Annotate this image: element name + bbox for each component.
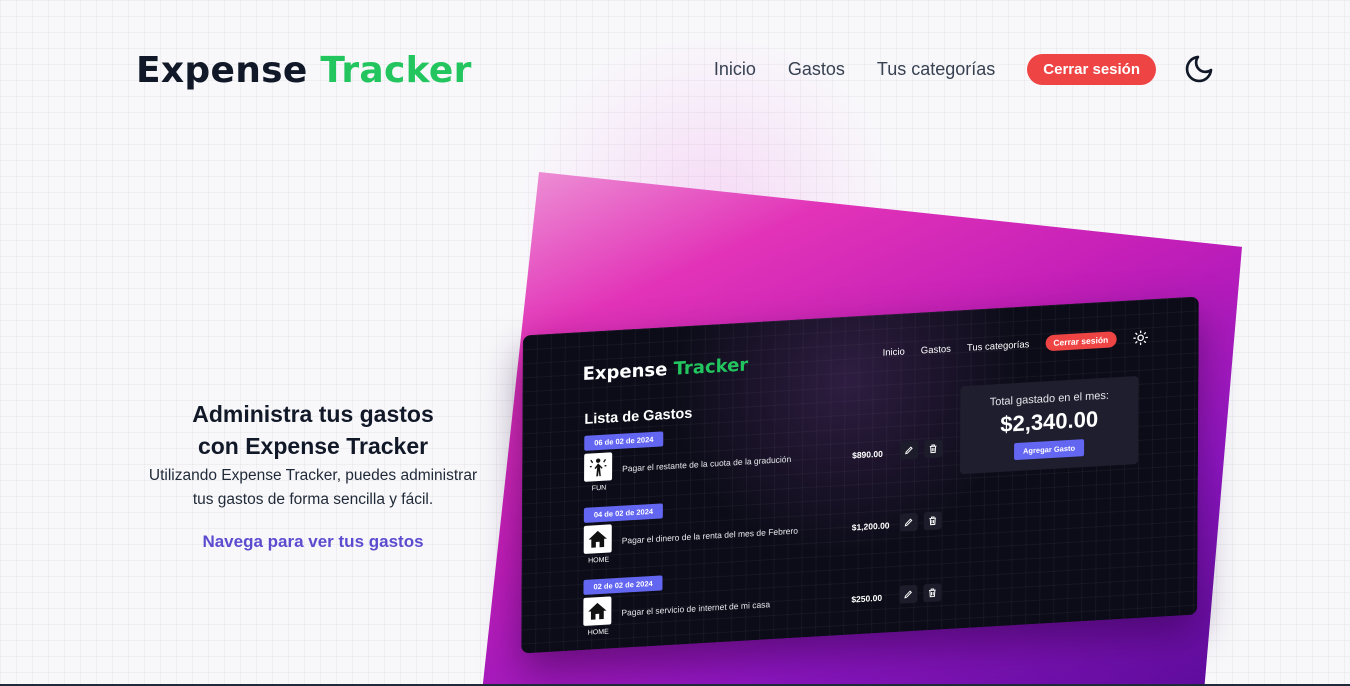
preview-list-title: Lista de Gastos: [584, 405, 693, 428]
moon-icon: [1185, 55, 1213, 83]
edit-button: [899, 584, 918, 604]
house-icon: [583, 524, 612, 554]
party-icon: [584, 452, 613, 482]
expense-category: HOME: [587, 628, 609, 637]
app-preview-screenshot: Expense Tracker Inicio Gastos Tus catego…: [521, 296, 1199, 654]
expense-date-badge: 06 de 02 de 2024: [584, 431, 664, 451]
pencil-icon: [905, 446, 913, 455]
monthly-total-amount: $2,340.00: [1000, 406, 1099, 437]
nav-link-expenses[interactable]: Gastos: [788, 59, 845, 80]
logout-button[interactable]: Cerrar sesión: [1027, 53, 1156, 85]
preview-logo-tracker: Tracker: [673, 354, 749, 380]
theme-toggle-button[interactable]: [1182, 52, 1216, 86]
expense-amount: $890.00: [852, 448, 883, 461]
expense-date-badge: 04 de 02 de 2024: [583, 503, 664, 523]
delete-button: [924, 439, 943, 459]
preview-logout-button: Cerrar sesión: [1045, 331, 1117, 352]
edit-button: [899, 512, 918, 532]
hero-title-line2: con Expense Tracker: [197, 433, 429, 459]
preview-nav-expenses: Gastos: [920, 343, 951, 356]
house-icon: [583, 596, 612, 626]
delete-button: [923, 511, 942, 531]
preview-nav-home: Inicio: [882, 345, 905, 359]
hero-title: Administra tus gastos con Expense Tracke…: [120, 398, 506, 462]
add-expense-button: Agregar Gasto: [1013, 439, 1085, 461]
trash-icon: [929, 588, 936, 598]
nav-link-home[interactable]: Inicio: [714, 59, 756, 80]
preview-nav: Inicio Gastos Tus categorías Cerrar sesi…: [883, 329, 1149, 360]
site-header: Expense Tracker Inicio Gastos Tus catego…: [0, 0, 1350, 140]
main-nav: Inicio Gastos Tus categorías Cerrar sesi…: [714, 52, 1216, 86]
expense-description: Pagar el restante de la cuota de la grad…: [622, 453, 792, 474]
nav-link-categories[interactable]: Tus categorías: [877, 59, 995, 80]
expense-description: Pagar el dinero de la renta del mes de F…: [621, 525, 799, 546]
hero-desc-line1: Utilizando Expense Tracker, puedes admin…: [148, 467, 478, 484]
site-logo[interactable]: Expense Tracker: [136, 50, 472, 91]
logo-word-expense: Expense: [136, 50, 308, 91]
pencil-icon: [904, 590, 912, 599]
preview-logo: Expense Tracker: [583, 354, 749, 385]
expense-category: FUN: [591, 484, 607, 493]
preview-expense-list: 06 de 02 de 2024 FUN Pagar el restante d…: [583, 415, 944, 652]
expense-date-badge: 02 de 02 de 2024: [583, 575, 663, 595]
hero-section: Administra tus gastos con Expense Tracke…: [120, 398, 506, 552]
sun-icon: [1132, 330, 1148, 346]
expense-description: Pagar el servicio de internet de mi casa: [621, 599, 771, 618]
preview-nav-categories: Tus categorías: [966, 338, 1030, 354]
expense-amount: $1,200.00: [851, 520, 890, 533]
preview-logo-expense: Expense: [582, 359, 668, 386]
pencil-icon: [904, 518, 913, 527]
expense-category: HOME: [588, 556, 610, 565]
hero-desc-line2: tus gastos de forma sencilla y fácil.: [192, 491, 434, 508]
trash-icon: [929, 444, 937, 454]
edit-button: [900, 440, 919, 460]
expense-amount: $250.00: [851, 592, 883, 605]
monthly-total-card: Total gastado en el mes: $2,340.00 Agreg…: [959, 375, 1139, 475]
hero-title-line1: Administra tus gastos: [192, 401, 434, 427]
hero-description: Utilizando Expense Tracker, puedes admin…: [120, 464, 506, 512]
expenses-cta-link[interactable]: Navega para ver tus gastos: [202, 532, 423, 552]
delete-button: [923, 583, 942, 603]
logo-word-tracker: Tracker: [320, 50, 472, 91]
trash-icon: [929, 516, 937, 526]
